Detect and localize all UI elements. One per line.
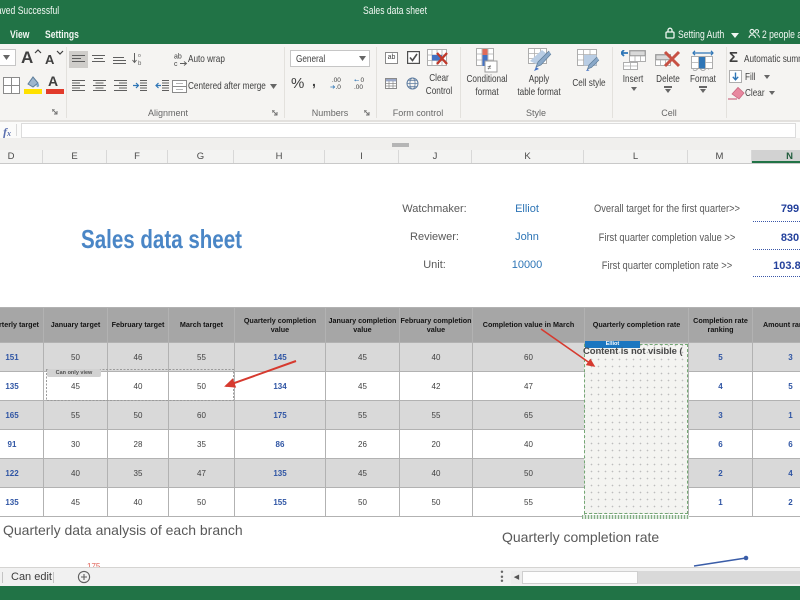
svg-text:ab: ab	[174, 54, 182, 61]
svg-text:o: o	[138, 53, 141, 59]
svg-text:c: c	[174, 61, 178, 67]
svg-text:b: b	[138, 61, 142, 66]
svg-text:≠: ≠	[488, 65, 492, 72]
